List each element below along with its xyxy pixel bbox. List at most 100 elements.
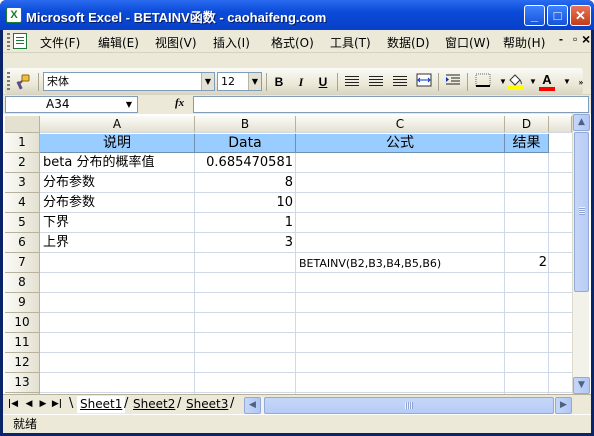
scroll-down-button[interactable]: ▼ [573, 377, 590, 394]
prev-sheet-button[interactable]: ◀ [23, 398, 35, 411]
underline-button[interactable]: U [313, 73, 333, 91]
column-header-a[interactable]: A [40, 116, 195, 133]
select-all-corner[interactable] [5, 116, 40, 133]
name-box[interactable]: A34 ▼ [5, 96, 138, 113]
font-name-combobox[interactable]: 宋体 ▼ [43, 72, 215, 91]
workbook-icon[interactable] [13, 33, 27, 49]
borders-icon[interactable] [473, 73, 493, 91]
cell-b3[interactable]: 8 [196, 173, 295, 193]
menu-data[interactable]: 数据(D) [387, 34, 430, 51]
title-bar[interactable]: X Microsoft Excel - BETAINV函数 - caohaife… [0, 0, 594, 30]
cell-a1[interactable]: 说明 [40, 134, 195, 153]
align-right-icon[interactable] [393, 76, 407, 88]
cell-a4[interactable]: 分布参数 [41, 193, 195, 213]
name-box-value: A34 [46, 97, 70, 111]
font-color-icon[interactable]: A [537, 73, 557, 91]
tab-sheet2[interactable]: Sheet2 [130, 396, 178, 413]
scroll-up-button[interactable]: ▲ [573, 114, 590, 131]
horizontal-scroll-thumb[interactable] [264, 397, 554, 414]
next-sheet-button[interactable]: ▶ [37, 398, 49, 411]
toolbar-options-icon[interactable]: » [571, 73, 591, 91]
indent-icon[interactable] [443, 73, 463, 91]
scroll-left-button[interactable]: ◀ [244, 397, 261, 414]
row-header[interactable]: 3 [5, 173, 40, 193]
gridline-horizontal [40, 372, 572, 373]
cell-c7[interactable]: BETAINV(B2,B3,B4,B5,B6) [297, 256, 504, 272]
cell-c1[interactable]: 公式 [296, 134, 505, 153]
workbook-restore-button[interactable]: ▫ [573, 32, 577, 46]
menubar-grip-icon[interactable] [7, 33, 10, 50]
scroll-right-button[interactable]: ▶ [555, 397, 572, 414]
bold-button[interactable]: B [269, 73, 289, 91]
row-header[interactable]: 12 [5, 353, 40, 373]
toolbar-grip-icon[interactable] [7, 72, 10, 91]
first-sheet-button[interactable]: |◀ [7, 398, 19, 411]
menu-format[interactable]: 格式(O) [271, 34, 314, 51]
menu-insert[interactable]: 插入(I) [213, 34, 250, 51]
column-header-d[interactable]: D [505, 116, 549, 133]
merge-center-icon[interactable] [414, 73, 434, 91]
cell-b2[interactable]: 0.685470581 [196, 153, 295, 173]
cell-d7[interactable]: 2 [506, 253, 549, 273]
menu-help[interactable]: 帮助(H) [503, 34, 545, 51]
chevron-down-icon[interactable]: ▼ [201, 73, 214, 90]
cell-a3[interactable]: 分布参数 [41, 173, 195, 193]
column-header-c[interactable]: C [296, 116, 505, 133]
cell-a6[interactable]: 上界 [41, 233, 195, 253]
column-header-e[interactable] [549, 116, 572, 133]
fill-color-icon[interactable] [505, 73, 525, 91]
align-center-icon[interactable] [369, 76, 383, 88]
toolbar-separator [337, 73, 338, 91]
cell-a2[interactable]: beta 分布的概率值 [41, 153, 195, 173]
row-header[interactable]: 10 [5, 313, 40, 333]
vertical-scrollbar[interactable]: ▲ ▼ [572, 114, 590, 394]
horizontal-scrollbar[interactable]: ◀ ▶ [244, 397, 572, 414]
menu-file[interactable]: 文件(F) [40, 34, 80, 51]
last-sheet-button[interactable]: ▶| [51, 398, 63, 411]
chevron-down-icon[interactable]: ▼ [123, 97, 135, 112]
gridline-vertical [295, 133, 296, 394]
tab-sheet3[interactable]: Sheet3 [183, 396, 231, 413]
maximize-button[interactable]: □ [547, 5, 568, 26]
formula-input[interactable] [193, 96, 589, 113]
row-header[interactable]: 8 [5, 273, 40, 293]
minimize-button[interactable]: _ [524, 5, 545, 26]
font-size-combobox[interactable]: 12 ▼ [217, 72, 262, 91]
cell-b4[interactable]: 10 [196, 193, 295, 213]
row-header[interactable]: 4 [5, 193, 40, 213]
excel-app-icon[interactable]: X [6, 7, 22, 23]
row-header[interactable]: 5 [5, 213, 40, 233]
menu-window[interactable]: 窗口(W) [445, 34, 490, 51]
row-header[interactable]: 9 [5, 293, 40, 313]
workbook-minimize-button[interactable]: - [559, 32, 563, 46]
row-header[interactable]: 2 [5, 153, 40, 173]
font-name-value: 宋体 [47, 75, 69, 88]
cell-b6[interactable]: 3 [196, 233, 295, 253]
sheet-tab-bar: |◀ ◀ ▶ ▶| \ Sheet1 / Sheet2 / Sheet3 / ◀… [3, 394, 591, 414]
row-header[interactable]: 13 [5, 373, 40, 393]
column-header-b[interactable]: B [195, 116, 296, 133]
cell-d1[interactable]: 结果 [505, 134, 549, 153]
vertical-scroll-thumb[interactable] [574, 132, 589, 292]
menu-tools[interactable]: 工具(T) [330, 34, 371, 51]
gridline-horizontal [40, 132, 572, 133]
toolbar-separator [438, 73, 439, 91]
align-left-icon[interactable] [345, 76, 359, 88]
row-header[interactable]: 1 [5, 133, 40, 153]
chevron-down-icon[interactable]: ▼ [248, 73, 261, 90]
tab-divider: / [230, 396, 235, 411]
format-painter-icon[interactable] [13, 73, 33, 91]
menu-view[interactable]: 视图(V) [155, 34, 197, 51]
menu-edit[interactable]: 编辑(E) [98, 34, 139, 51]
insert-function-icon[interactable]: fx [175, 97, 184, 109]
close-button[interactable]: ✕ [570, 5, 591, 26]
row-header[interactable]: 6 [5, 233, 40, 253]
cell-a5[interactable]: 下界 [41, 213, 195, 233]
italic-button[interactable]: I [291, 73, 311, 91]
tab-sheet1[interactable]: Sheet1 [77, 396, 126, 413]
row-header[interactable]: 11 [5, 333, 40, 353]
cell-b5[interactable]: 1 [196, 213, 295, 233]
cell-b1[interactable]: Data [195, 134, 296, 153]
workbook-close-button[interactable]: × [582, 31, 590, 47]
row-header[interactable]: 7 [5, 253, 40, 273]
